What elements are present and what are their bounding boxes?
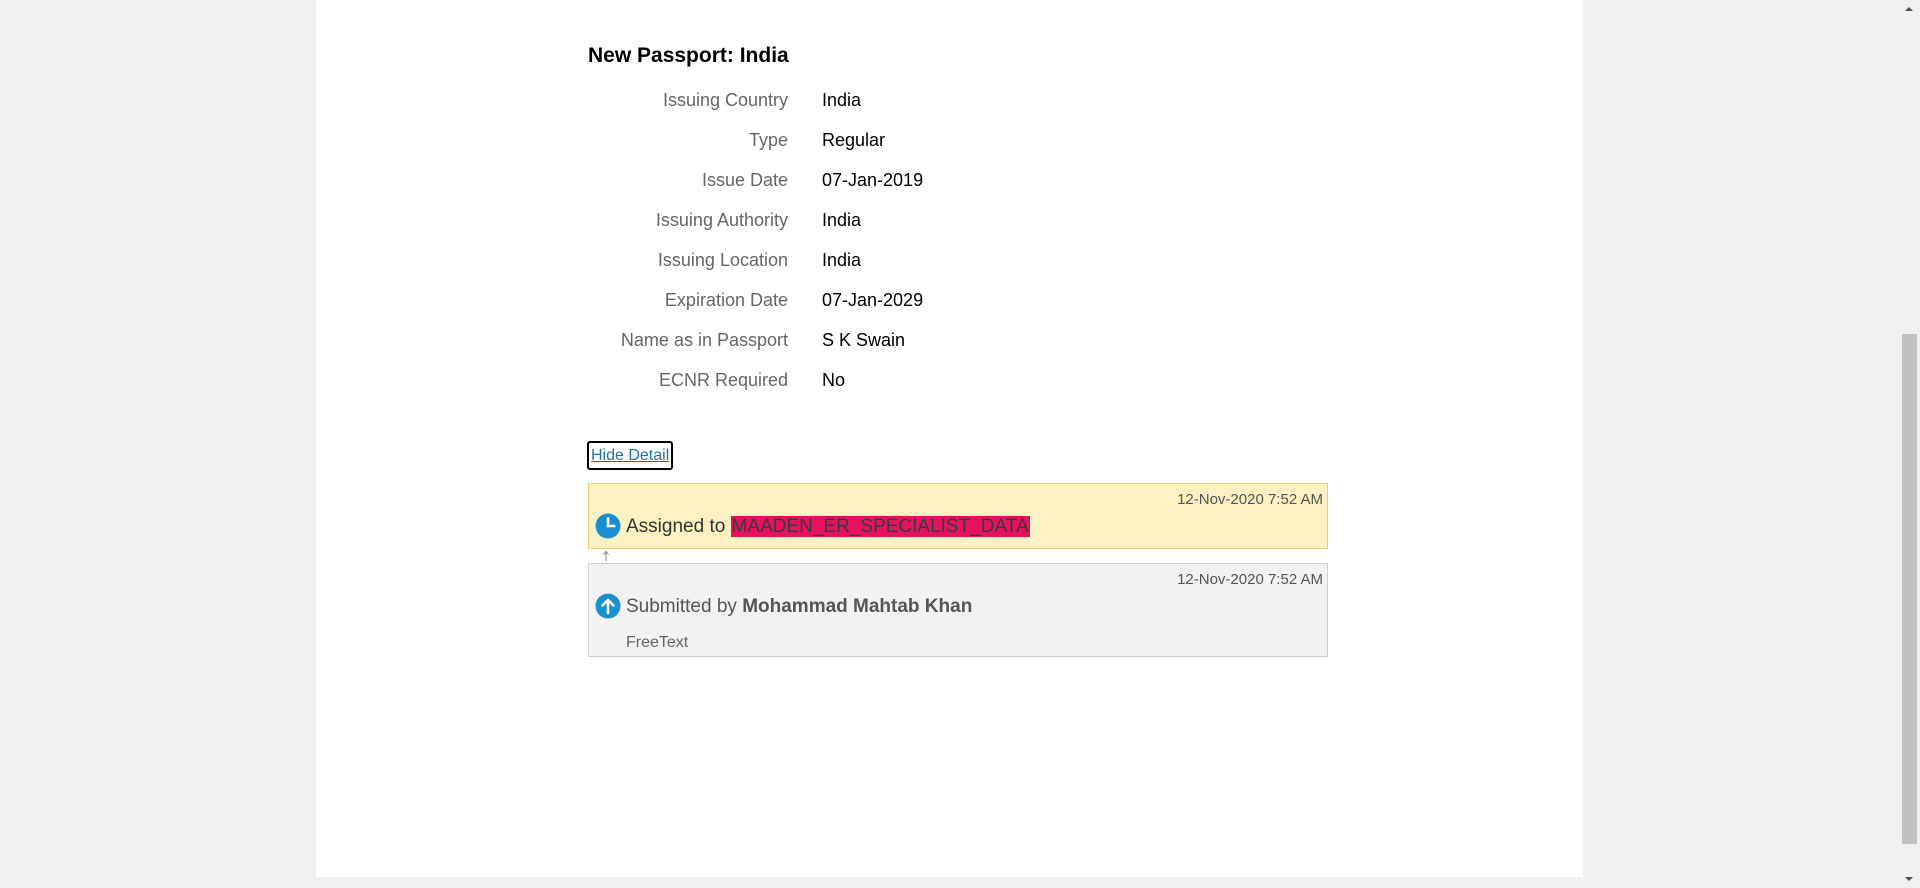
detail-label: Issuing Location [657, 250, 788, 270]
detail-value: India [822, 250, 862, 270]
detail-label: Issuing Country [662, 90, 788, 110]
detail-label: Issuing Authority [655, 210, 788, 230]
detail-label: Name as in Passport [620, 330, 788, 350]
detail-row-issuing-location: Issuing Location India [588, 246, 1330, 286]
detail-label: ECNR Required [658, 370, 788, 390]
detail-row-ecnr-required: ECNR Required No [588, 366, 1330, 406]
pending-timestamp: 12-Nov-2020 7:52 AM [1177, 491, 1323, 508]
assigned-to-label: Assigned to [626, 516, 726, 537]
history-connector-arrow-icon [603, 550, 609, 561]
submitted-by-label: Submitted by [626, 596, 737, 617]
pending-text: Assigned to MAADEN_ER_SPECIALIST_DATA [626, 516, 1030, 538]
bottom-strip [0, 877, 1898, 888]
arrow-up-circle-icon [595, 593, 621, 619]
hide-detail-link[interactable]: Hide Detail [587, 441, 674, 470]
vertical-scrollbar[interactable] [1898, 0, 1920, 888]
submitted-text: Submitted by Mohammad Mahtab Khan [626, 596, 972, 618]
submitter-name: Mohammad Mahtab Khan [742, 596, 973, 617]
detail-row-issuing-country: Issuing Country India [588, 86, 1330, 126]
scrollbar-thumb[interactable] [1902, 334, 1917, 844]
detail-value: 07-Jan-2029 [822, 290, 924, 310]
submitted-timestamp: 12-Nov-2020 7:52 AM [1177, 571, 1323, 588]
detail-value: Regular [822, 130, 886, 150]
detail-row-expiration-date: Expiration Date 07-Jan-2029 [588, 286, 1330, 326]
approval-history-submitted: 12-Nov-2020 7:52 AM Submitted by Mohamma… [588, 563, 1328, 657]
scroll-down-arrow-icon[interactable] [1898, 870, 1920, 888]
detail-label: Issue Date [701, 170, 788, 190]
detail-row-issue-date: Issue Date 07-Jan-2019 [588, 166, 1330, 206]
section-title: New Passport: India [588, 44, 789, 67]
detail-value: 07-Jan-2019 [822, 170, 924, 190]
detail-row-name-as-in-passport: Name as in Passport S K Swain [588, 326, 1330, 366]
submission-comment: FreeText [626, 634, 689, 651]
detail-value: India [822, 90, 862, 110]
clock-icon [595, 513, 621, 539]
detail-value: No [822, 370, 846, 390]
detail-row-type: Type Regular [588, 126, 1330, 166]
approval-history-pending: 12-Nov-2020 7:52 AM Assigned to MAADEN_E… [588, 483, 1328, 549]
assignee-name: MAADEN_ER_SPECIALIST_DATA [730, 516, 1030, 537]
detail-row-issuing-authority: Issuing Authority India [588, 206, 1330, 246]
detail-label: Expiration Date [664, 290, 788, 310]
detail-label: Type [748, 130, 788, 150]
detail-value: India [822, 210, 862, 230]
scroll-up-arrow-icon[interactable] [1898, 0, 1920, 18]
detail-list: Issuing Country India Type Regular Issue… [588, 86, 1330, 406]
detail-value: S K Swain [822, 330, 906, 350]
